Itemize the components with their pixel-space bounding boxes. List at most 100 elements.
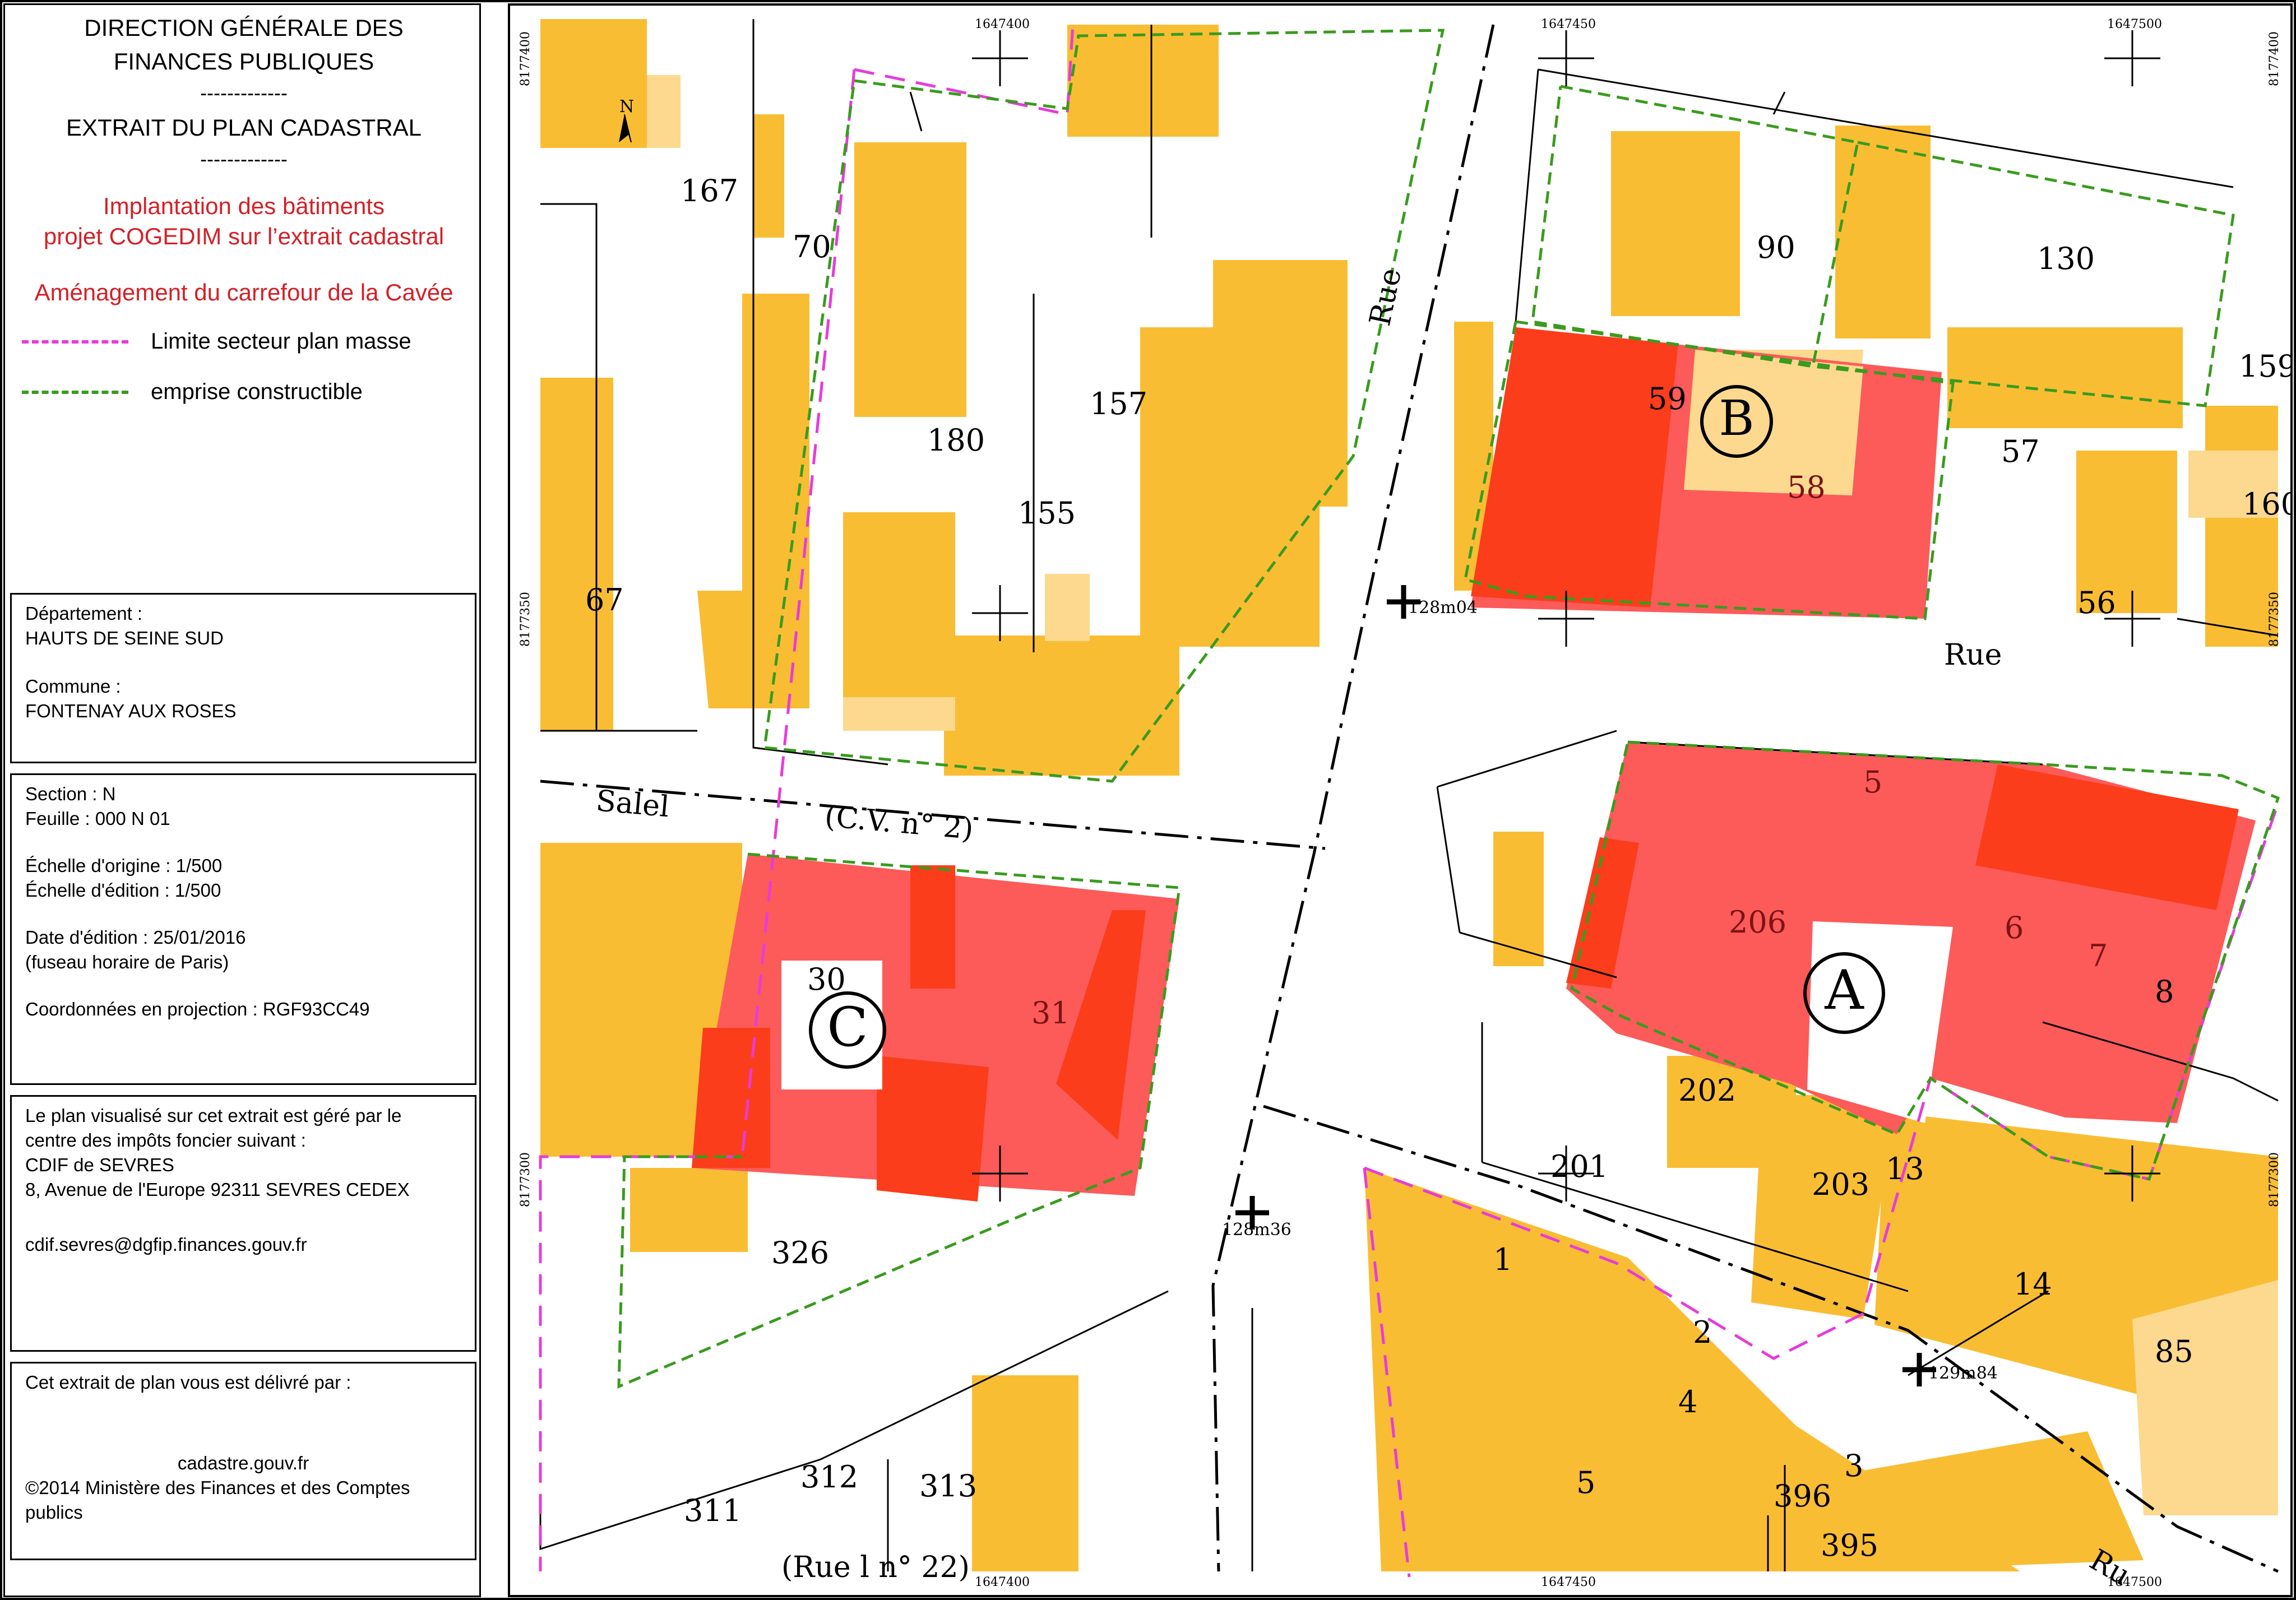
parcel-70: 70 <box>793 229 831 265</box>
parcel-59: 59 <box>1648 381 1687 416</box>
legend-item-limite: Limite secteur plan masse <box>22 329 411 354</box>
echelle-origine: Échelle d'origine : 1/500 <box>25 855 223 876</box>
centre-line1: Le plan visualisé sur cet extrait est gé… <box>25 1105 402 1126</box>
parcel-1: 1 <box>1493 1242 1512 1277</box>
project-subtitle: Aménagement du carrefour de la Cavée <box>34 279 453 305</box>
info-box-departement: Département : HAUTS DE SEINE SUD Commune… <box>10 593 476 763</box>
parcel-312: 312 <box>800 1459 858 1495</box>
parcel-56: 56 <box>2077 585 2116 620</box>
coord-top-2: 1647450 <box>1541 17 1596 31</box>
echelle-edition: Échelle d'édition : 1/500 <box>25 880 221 901</box>
centre-email[interactable]: cdif.sevres@dgfip.finances.gouv.fr <box>25 1232 461 1257</box>
delivery-site[interactable]: cadastre.gouv.fr <box>25 1451 461 1476</box>
parcel-3: 3 <box>1844 1448 1863 1483</box>
cadastral-map[interactable]: N B A C 1647400 1647450 1647500 1647400 … <box>508 3 2293 1597</box>
altitude-128m04: 128m04 <box>1408 598 1478 618</box>
info-box-centre: Le plan visualisé sur cet extrait est gé… <box>10 1095 476 1352</box>
altitude-128m36: 128m36 <box>1222 1220 1292 1240</box>
street-rue-south: (Rue l n° 22) <box>781 1551 970 1584</box>
street-rue-east: Rue <box>1944 638 2002 672</box>
header-title: EXTRAIT DU PLAN CADASTRAL <box>66 114 422 141</box>
parcel-13: 13 <box>1886 1151 1924 1186</box>
map-svg: N B A C 1647400 1647450 1647500 1647400 … <box>519 17 2293 1593</box>
coord-top-3: 1647500 <box>2107 17 2162 31</box>
parcel-159: 159 <box>2239 349 2293 384</box>
dept-value: HAUTS DE SEINE SUD <box>25 628 224 648</box>
centre-name: CDIF de SEVRES <box>25 1154 174 1175</box>
legend-label-limite: Limite secteur plan masse <box>151 329 411 354</box>
parcel-7: 7 <box>2089 938 2108 973</box>
parcel-395: 395 <box>1821 1528 1878 1563</box>
commune-label: Commune : <box>25 676 121 697</box>
parcel-167: 167 <box>681 173 738 208</box>
street-salel: Salel <box>595 784 670 824</box>
legend-pink-dash <box>22 340 128 344</box>
lot-b-label: B <box>1719 391 1754 447</box>
parcel-326: 326 <box>771 1235 829 1270</box>
commune-value: FONTENAY AUX ROSES <box>25 701 237 721</box>
parcel-6: 6 <box>2005 910 2024 945</box>
coord-side-3: 8177300 <box>519 1152 533 1207</box>
coord-side-2: 8177350 <box>519 592 533 647</box>
parcel-85: 85 <box>2155 1334 2193 1369</box>
altitude-129m84: 129m84 <box>1928 1364 1998 1383</box>
delivery-copyright: ©2014 Ministère des Finances et des Comp… <box>25 1477 410 1498</box>
parcel-202: 202 <box>1678 1073 1736 1108</box>
coord-side-right-1: 8177400 <box>2267 31 2281 86</box>
section-value: Section : N <box>25 783 116 804</box>
delivery-copyright2: publics <box>25 1502 83 1523</box>
parcel-203: 203 <box>1812 1167 1869 1202</box>
header-line1: DIRECTION GÉNÉRALE DES <box>84 15 404 41</box>
parcel-67: 67 <box>585 582 624 618</box>
feuille-value: Feuille : 000 N 01 <box>25 808 170 829</box>
street-rue-vertical: Rue <box>1363 265 1408 329</box>
header-sep2: ------------- <box>200 147 288 170</box>
coord-side-right-2: 8177350 <box>2267 592 2281 647</box>
lot-c-label: C <box>827 996 868 1059</box>
lot-a-label: A <box>1824 959 1864 1022</box>
parcel-30: 30 <box>807 962 846 997</box>
info-box-delivery: Cet extrait de plan vous est délivré par… <box>10 1362 476 1560</box>
coord-bottom-2: 1647450 <box>1541 1575 1596 1589</box>
north-label: N <box>619 97 634 117</box>
sidebar: DIRECTION GÉNÉRALE DES FINANCES PUBLIQUE… <box>0 0 485 1600</box>
info-box-section: Section : N Feuille : 000 N 01 Échelle d… <box>10 773 476 1085</box>
parcel-155: 155 <box>1018 495 1076 531</box>
legend-green-dash <box>22 390 128 394</box>
parcel-14: 14 <box>2013 1267 2052 1302</box>
parcel-5-north: 5 <box>1863 764 1882 800</box>
dept-label: Département : <box>25 603 143 624</box>
coord-side-1: 8177400 <box>519 31 533 86</box>
parcel-201: 201 <box>1550 1149 1608 1184</box>
parcel-31: 31 <box>1031 995 1070 1031</box>
centre-line2: centre des impôts foncier suivant : <box>25 1130 306 1151</box>
parcel-396: 396 <box>1774 1478 1831 1514</box>
project-title-line1: Implantation des bâtiments <box>103 193 385 219</box>
parcel-5-south: 5 <box>1576 1465 1595 1500</box>
parcel-57: 57 <box>2001 434 2040 469</box>
date-edition: Date d'édition : 25/01/2016 <box>25 927 246 948</box>
parcel-4: 4 <box>1678 1384 1697 1420</box>
coord-side-right-3: 8177300 <box>2267 1152 2281 1207</box>
fuseau-horaire: (fuseau horaire de Paris) <box>25 952 229 972</box>
legend-label-emprise: emprise constructible <box>151 379 363 404</box>
parcel-90: 90 <box>1757 230 1795 265</box>
parcel-2: 2 <box>1693 1315 1712 1350</box>
legend-item-emprise: emprise constructible <box>22 379 363 405</box>
coord-bottom-1: 1647400 <box>975 1575 1030 1589</box>
header-sep1: ------------- <box>200 81 288 104</box>
centre-address: 8, Avenue de l'Europe 92311 SEVRES CEDEX <box>25 1179 410 1200</box>
project-title-line2: projet COGEDIM sur l’extrait cadastral <box>43 223 445 249</box>
parcel-180: 180 <box>927 423 985 458</box>
parcel-311: 311 <box>684 1493 742 1528</box>
coordonnees: Coordonnées en projection : RGF93CC49 <box>25 999 370 1019</box>
coord-top-1: 1647400 <box>975 17 1030 31</box>
parcel-313: 313 <box>919 1468 977 1504</box>
delivery-line1: Cet extrait de plan vous est délivré par… <box>25 1372 351 1393</box>
parcel-206: 206 <box>1729 905 1786 940</box>
parcel-58: 58 <box>1787 470 1826 505</box>
header-line2: FINANCES PUBLIQUES <box>113 48 374 75</box>
parcel-130: 130 <box>2037 241 2095 276</box>
street-cv2: (C.V. n° 2) <box>823 800 975 846</box>
parcel-160: 160 <box>2242 486 2293 522</box>
